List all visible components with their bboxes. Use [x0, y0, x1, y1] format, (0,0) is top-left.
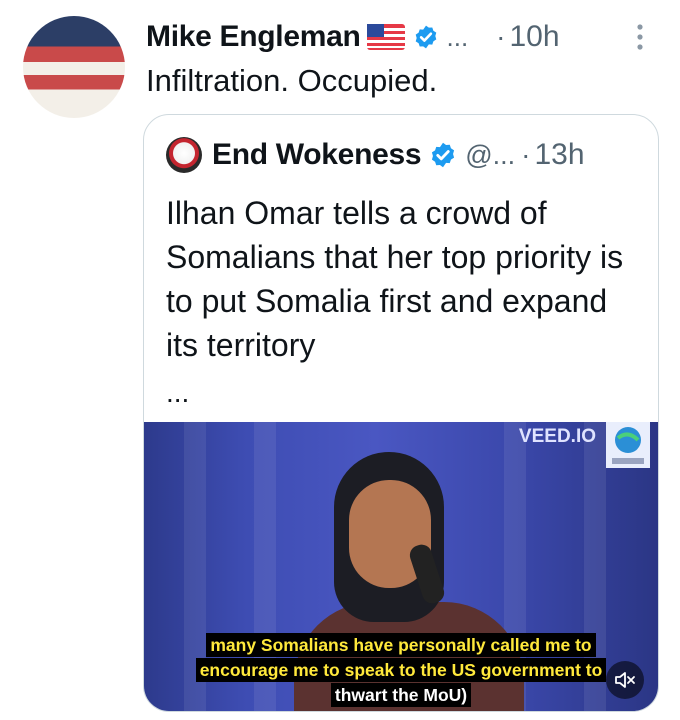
author-avatar[interactable] [23, 16, 125, 118]
separator-dot: · [496, 21, 506, 52]
post-time[interactable]: 10h [510, 20, 560, 54]
caption-line: encourage me to speak to the US governme… [195, 658, 607, 682]
post-header: Mike Engleman ... · 10h [146, 20, 560, 54]
quoted-post-header: End Wokeness @... · 13h [166, 137, 585, 173]
speaker-muted-icon [615, 672, 635, 688]
quoted-post-time[interactable]: 13h [535, 138, 585, 172]
quoted-author-avatar[interactable] [166, 137, 202, 173]
caption-line: many Somalians have personally called me… [206, 633, 596, 657]
video-watermark: VEED.IO [518, 426, 596, 447]
quoted-author-handle[interactable]: @... [465, 140, 515, 171]
author-handle[interactable]: ... [447, 22, 469, 53]
quoted-author-name[interactable]: End Wokeness [212, 138, 422, 172]
mute-toggle-button[interactable] [606, 661, 644, 699]
us-flag-icon [366, 24, 405, 50]
author-name[interactable]: Mike Engleman [146, 20, 361, 54]
video-player[interactable]: VEED.IO many Somalians have personally c… [144, 422, 658, 711]
quoted-post-text: Ilhan Omar tells a crowd of Somalians th… [166, 195, 624, 363]
separator-dot: · [521, 139, 531, 170]
quoted-post-card[interactable]: End Wokeness @... · 13h Ilhan Omar tells… [143, 114, 659, 712]
verified-badge-icon [432, 142, 455, 168]
universal-tv-logo-icon [606, 422, 650, 468]
caption-line: thwart the MoU) [330, 683, 472, 707]
show-more-ellipsis[interactable]: ... [166, 377, 189, 409]
more-vertical-icon[interactable] [633, 22, 647, 52]
video-caption: many Somalians have personally called me… [144, 632, 658, 707]
verified-badge-icon [415, 25, 436, 49]
post-text: Infiltration. Occupied. [146, 63, 438, 98]
